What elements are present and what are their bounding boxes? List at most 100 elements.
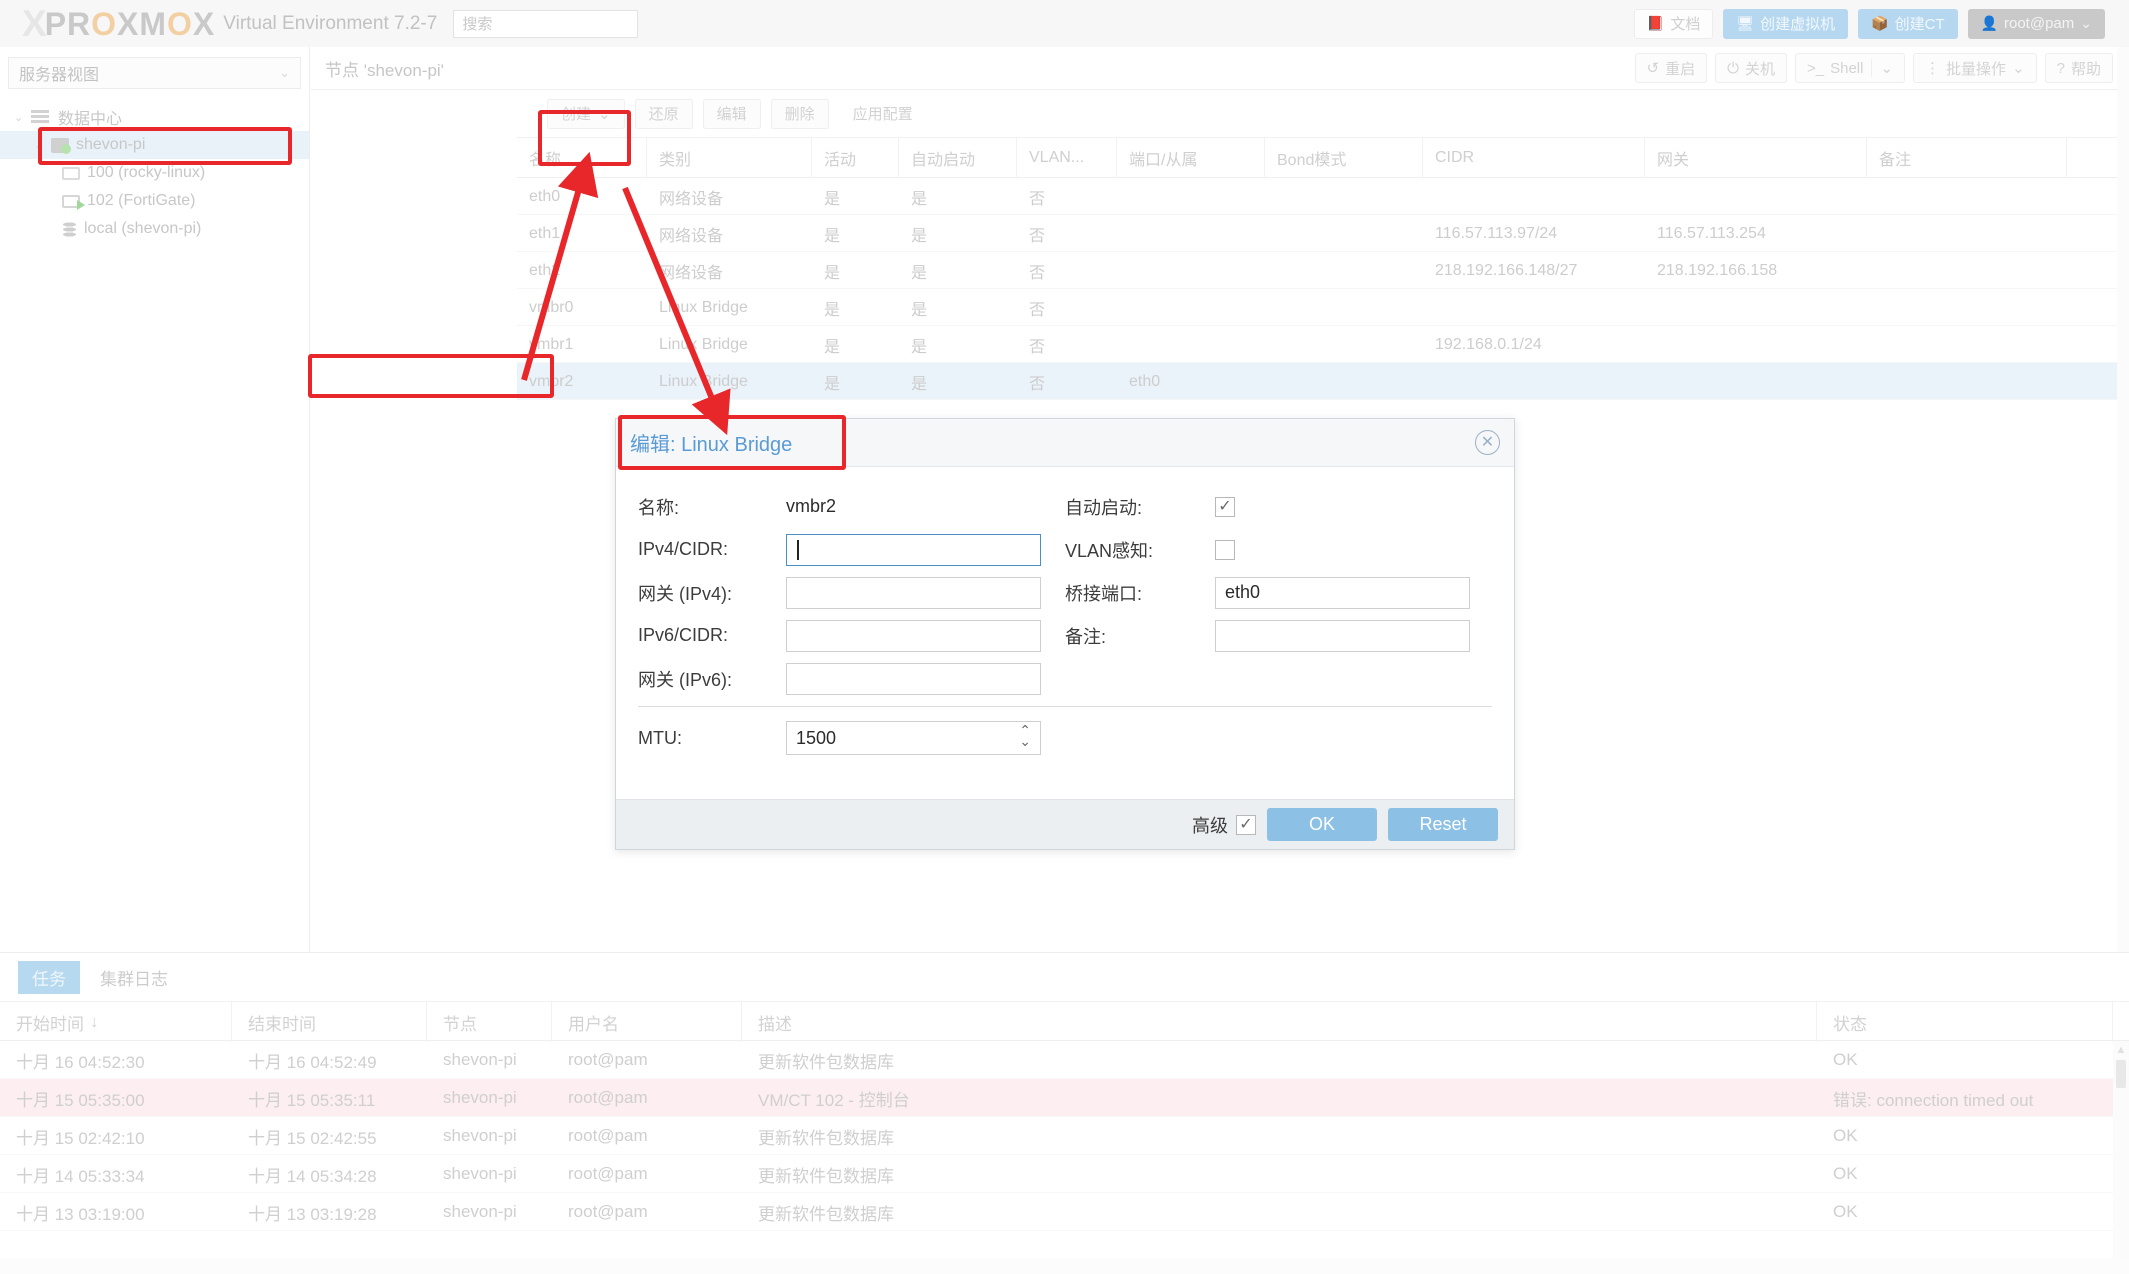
table-row[interactable]: vmbr2Linux Bridge是是否eth0 [517,363,2129,400]
column-header[interactable]: 名称 [517,138,647,178]
user-menu-button[interactable]: 👤 root@pam ⌄ [1968,9,2105,39]
tree-item-label: shevon-pi [76,136,145,154]
column-header[interactable]: 端口/从属 [1117,138,1265,178]
node-header: 节点 'shevon-pi' ↺ 重启 ⏻ 关机 >_ Shell ⌄ ⋮ [311,47,2129,90]
task-scrollbar[interactable]: ▲ [2113,1041,2129,1258]
shell-button[interactable]: >_ Shell ⌄ [1795,53,1905,83]
bulk-actions-icon: ⋮ [1925,59,1940,77]
dialog-body: 名称:vmbr2IPv4/CIDR:网关 (IPv4):IPv6/CIDR:网关… [616,467,1514,700]
task-column-header[interactable]: 开始时间↓ [0,1002,232,1042]
column-header[interactable]: 类别 [647,138,812,178]
tree-item-vm-102[interactable]: 102 (FortiGate) [0,187,309,215]
task-column-header[interactable]: 状态 [1817,1002,2113,1042]
field-input[interactable] [786,577,1041,609]
edit-button[interactable]: 编辑 [703,99,761,129]
column-header[interactable]: 自动启动 [899,138,1017,178]
mtu-stepper[interactable]: 1500 ⌃ ⌄ [786,721,1041,755]
cell-comment [1867,326,2067,363]
tab-cluster-log[interactable]: 集群日志 [86,961,182,994]
task-row[interactable]: 十月 15 05:35:00十月 15 05:35:11shevon-piroo… [0,1079,2129,1117]
task-row[interactable]: 十月 14 05:33:34十月 14 05:34:28shevon-piroo… [0,1155,2129,1193]
cell-comment [1867,363,2067,400]
task-column-header[interactable]: 结束时间 [232,1002,427,1042]
advanced-checkbox[interactable]: ✓ [1236,815,1256,835]
task-column-header[interactable]: 描述 [742,1002,1817,1042]
field-checkbox[interactable] [1215,540,1235,560]
cell-comment [1867,252,2067,289]
tree-item-datacenter[interactable]: ⌄ 数据中心 [0,103,309,131]
stepper-down-icon[interactable]: ⌄ [1019,736,1031,747]
cell-ports [1117,215,1265,252]
scroll-up-icon[interactable]: ▲ [2113,1041,2129,1056]
field-input[interactable]: eth0 [1215,577,1470,609]
table-row[interactable]: eth0网络设备是是否 [517,178,2129,215]
restart-button[interactable]: ↺ 重启 [1635,53,1708,83]
field-input[interactable] [786,620,1041,652]
field-checkbox[interactable]: ✓ [1215,497,1235,517]
advanced-toggle[interactable]: 高级 ✓ [1192,812,1256,838]
cell-gateway: 116.57.113.254 [1645,215,1867,252]
column-header[interactable]: VLAN... [1017,138,1117,178]
table-row[interactable]: vmbr1Linux Bridge是是否192.168.0.1/24 [517,326,2129,363]
shutdown-button[interactable]: ⏻ 关机 [1715,53,1787,83]
table-row[interactable]: eth2网络设备是是否218.192.166.148/27218.192.166… [517,252,2129,289]
cell-bond [1265,326,1423,363]
tab-tasks[interactable]: 任务 [18,961,80,994]
cell-ports [1117,178,1265,215]
create-ct-button[interactable]: 📦 创建CT [1858,9,1957,39]
tree-item-shevon-pi[interactable]: ⌄ shevon-pi [0,131,309,159]
bulk-actions-button[interactable]: ⋮ 批量操作 ⌄ [1913,53,2037,83]
horizontal-scrollbar[interactable] [0,1258,2129,1274]
reset-button[interactable]: Reset [1388,808,1498,841]
field-value: vmbr2 [786,496,836,517]
column-header[interactable]: CIDR [1423,138,1645,178]
remove-button[interactable]: 删除 [771,99,829,129]
field-input[interactable] [1215,620,1470,652]
content-scroll-edge[interactable] [2117,47,2129,952]
column-header[interactable]: Bond模式 [1265,138,1423,178]
task-row[interactable]: 十月 15 02:42:10十月 15 02:42:55shevon-piroo… [0,1117,2129,1155]
task-column-header[interactable]: 用户名 [552,1002,742,1042]
column-header[interactable]: 备注 [1867,138,2067,178]
cell-cidr [1423,289,1645,326]
search-input[interactable]: 搜索 [453,10,638,38]
table-row[interactable]: eth1网络设备是是否116.57.113.97/24116.57.113.25… [517,215,2129,252]
cell-active: 是 [812,178,899,215]
field-input[interactable] [786,534,1041,566]
tree-item-storage-local[interactable]: local (shevon-pi) [0,215,309,243]
twisty-icon[interactable]: ⌄ [34,139,44,152]
form-row: 备注: [1065,614,1492,657]
view-selector[interactable]: 服务器视图 ⌄ [8,57,301,89]
task-row[interactable]: 十月 16 04:52:30十月 16 04:52:49shevon-piroo… [0,1041,2129,1079]
form-row: 名称:vmbr2 [638,485,1065,528]
cell-cidr: 218.192.166.148/27 [1423,252,1645,289]
task-column-header[interactable]: 节点 [427,1002,552,1042]
tree-item-vm-100[interactable]: 100 (rocky-linux) [0,159,309,187]
docs-button[interactable]: 📕 文档 [1634,9,1713,39]
scrollbar-thumb[interactable] [2116,1060,2126,1088]
revert-button[interactable]: 还原 [635,99,693,129]
ok-button[interactable]: OK [1267,808,1377,841]
cell-active: 是 [812,289,899,326]
field-label: IPv6/CIDR: [638,625,786,646]
task-column-label: 节点 [443,1010,477,1035]
field-input[interactable] [786,663,1041,695]
column-header-label: CIDR [1435,149,1474,167]
close-icon[interactable]: ✕ [1475,430,1500,455]
create-ct-label: 创建CT [1895,13,1945,34]
help-button[interactable]: ? 帮助 [2045,53,2113,83]
apply-config-button[interactable]: 应用配置 [839,99,927,129]
help-icon: ? [2057,60,2065,77]
create-vm-button[interactable]: 🖥 创建虚拟机 [1723,9,1848,39]
chevron-down-icon[interactable]: ⌄ [2012,59,2025,77]
task-row[interactable]: 十月 13 03:19:00十月 13 03:19:28shevon-piroo… [0,1193,2129,1231]
stepper-arrows[interactable]: ⌃ ⌄ [1019,725,1031,747]
column-header[interactable]: 网关 [1645,138,1867,178]
create-button[interactable]: 创建 ⌄ [547,99,625,129]
book-icon: 📕 [1647,15,1664,32]
twisty-icon[interactable]: ⌄ [14,111,24,124]
table-row[interactable]: vmbr0Linux Bridge是是否 [517,289,2129,326]
chevron-down-icon[interactable]: ⌄ [1880,59,1893,77]
cell-bond [1265,215,1423,252]
column-header[interactable]: 活动 [812,138,899,178]
